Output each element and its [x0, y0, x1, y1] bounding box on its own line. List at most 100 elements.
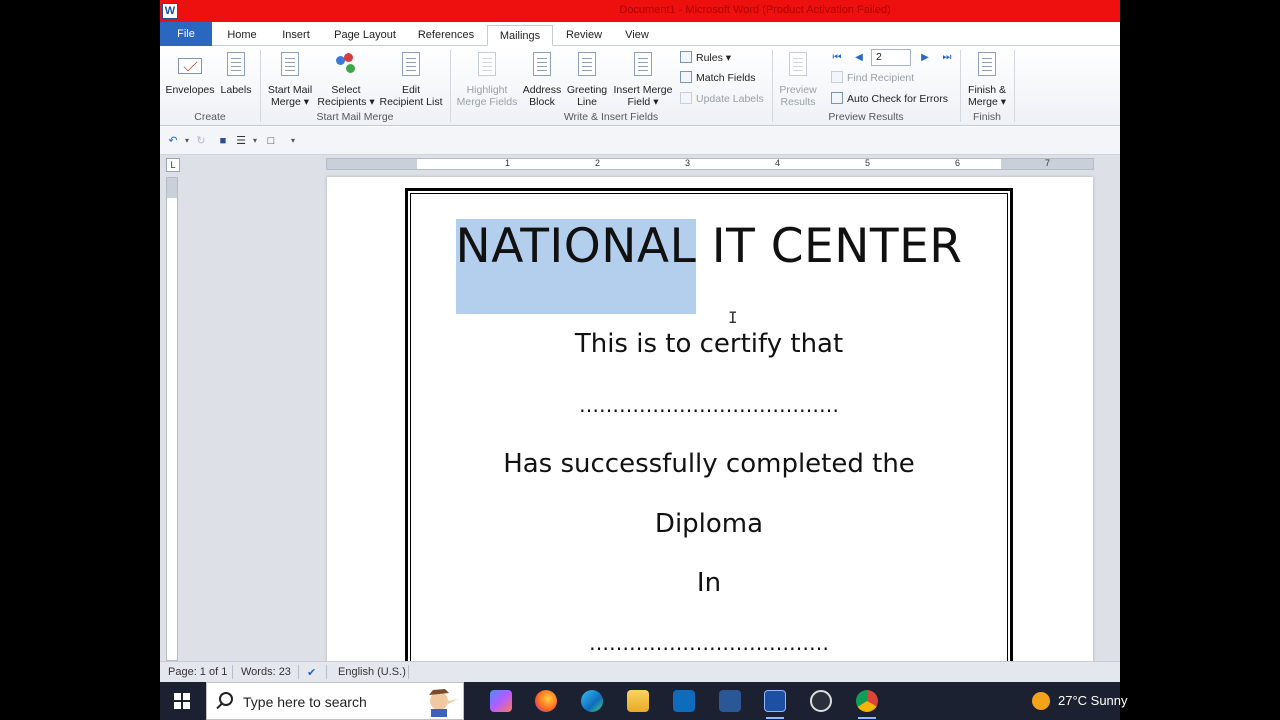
- customize-toolbar-icon[interactable]: ▾: [286, 134, 300, 148]
- status-bar: Page: 1 of 1 Words: 23 ✔ English (U.S.): [160, 661, 1120, 682]
- undo-icon[interactable]: ↶: [166, 134, 180, 148]
- record-number-input[interactable]: 2: [871, 49, 911, 66]
- ruler-number: 4: [775, 158, 781, 168]
- edge-app-icon[interactable]: [581, 690, 603, 712]
- select-recipients-button[interactable]: Select Recipients ▾: [316, 50, 376, 108]
- tab-references[interactable]: References: [412, 25, 480, 46]
- rules-button[interactable]: Rules ▾: [680, 50, 731, 66]
- insert-merge-field-icon: [634, 52, 652, 76]
- weather-sun-icon[interactable]: [1032, 692, 1050, 710]
- next-record-icon[interactable]: ▶: [919, 52, 931, 64]
- tab-mailings[interactable]: Mailings: [487, 25, 553, 46]
- tab-file[interactable]: File: [160, 22, 212, 46]
- undo-dropdown-icon[interactable]: ▾: [180, 134, 194, 148]
- insert-merge-field-button[interactable]: Insert Merge Field ▾: [610, 50, 676, 108]
- ruler-number: 2: [595, 158, 601, 168]
- word-app-icon[interactable]: [764, 690, 786, 712]
- finish-merge-button[interactable]: Finish & Merge ▾: [962, 50, 1012, 108]
- ribbon: Envelopes Labels Create Start Mail Merge…: [160, 46, 1120, 126]
- group-label-preview: Preview Results: [828, 111, 904, 123]
- certificate-heading[interactable]: NATIONAL IT CENTER: [407, 219, 1011, 314]
- greeting-line-button[interactable]: Greeting Line: [564, 50, 610, 108]
- ruler-number: 6: [955, 158, 961, 168]
- address-block-icon: [533, 52, 551, 76]
- ruler-number: 7: [1045, 158, 1051, 168]
- start-mail-merge-button[interactable]: Start Mail Merge ▾: [264, 50, 316, 108]
- word-count[interactable]: Words: 23: [241, 666, 291, 678]
- labels-button[interactable]: Labels: [218, 50, 254, 96]
- document-page[interactable]: NATIONAL IT CENTER I This is to certify …: [327, 177, 1093, 682]
- language-indicator[interactable]: English (U.S.): [338, 666, 406, 678]
- ruler-number: 5: [865, 158, 871, 168]
- proofing-icon[interactable]: ✔: [307, 666, 316, 679]
- taskbar: Type here to search 27°C Sunny: [160, 682, 1128, 720]
- chrome-app-icon[interactable]: [856, 690, 878, 712]
- envelopes-button[interactable]: Envelopes: [164, 50, 216, 96]
- tab-insert[interactable]: Insert: [274, 25, 318, 46]
- rules-icon: [680, 51, 692, 63]
- windows-start-icon[interactable]: [174, 693, 190, 709]
- copilot-app-icon[interactable]: [490, 690, 512, 712]
- taskbar-search-box[interactable]: Type here to search: [206, 682, 464, 720]
- name-placeholder-dots[interactable]: …………………………………: [407, 393, 1011, 417]
- group-label-start-mail-merge: Start Mail Merge: [316, 111, 394, 123]
- auto-check-icon: [831, 92, 843, 104]
- course-placeholder-dots[interactable]: ………………………………: [407, 631, 1011, 655]
- obs-app-icon[interactable]: [810, 690, 832, 712]
- auto-check-errors-button[interactable]: Auto Check for Errors: [831, 91, 948, 107]
- update-labels-icon: [680, 92, 692, 104]
- redo-icon[interactable]: ↻: [194, 134, 208, 148]
- highlight-fields-icon: [478, 52, 496, 76]
- envelope-icon: [178, 58, 202, 74]
- tab-review[interactable]: Review: [561, 25, 607, 46]
- firefox-app-icon[interactable]: [535, 690, 557, 712]
- search-placeholder: Type here to search: [243, 694, 367, 710]
- previous-record-icon[interactable]: ◀: [853, 52, 865, 64]
- match-fields-button[interactable]: Match Fields: [680, 70, 756, 86]
- ribbon-tabs: File Home Insert Page Layout References …: [160, 22, 1120, 46]
- text-cursor-icon: I: [728, 308, 738, 327]
- page-count[interactable]: Page: 1 of 1: [168, 666, 227, 678]
- horizontal-ruler[interactable]: 1 2 3 4 5 6 7: [326, 158, 1094, 170]
- address-block-button[interactable]: Address Block: [520, 50, 564, 108]
- certify-line[interactable]: This is to certify that: [407, 329, 1011, 359]
- weather-status[interactable]: 27°C Sunny: [1058, 693, 1128, 708]
- selected-text[interactable]: NATIONAL: [455, 219, 697, 314]
- greeting-line-icon: [578, 52, 596, 76]
- tab-view[interactable]: View: [617, 25, 657, 46]
- find-recipient-button[interactable]: Find Recipient: [831, 70, 914, 86]
- recipients-icon: [332, 50, 360, 80]
- last-record-icon[interactable]: ⏭: [941, 52, 953, 64]
- completed-line[interactable]: Has successfully completed the: [407, 449, 1011, 479]
- diploma-line[interactable]: Diploma: [407, 509, 1011, 539]
- new-document-icon[interactable]: □: [264, 134, 278, 148]
- quick-access-toolbar: ↶ ▾ ↻ ■ ☰ ▾ □ ▾: [160, 127, 1120, 155]
- screen: W Document1 - Microsoft Word (Product Ac…: [0, 0, 1280, 720]
- line-spacing-icon[interactable]: ☰: [234, 134, 248, 148]
- outlook-app-icon[interactable]: [673, 690, 695, 712]
- match-fields-icon: [680, 71, 692, 83]
- highlight-merge-fields-button[interactable]: Highlight Merge Fields: [454, 50, 520, 108]
- word-window: W Document1 - Microsoft Word (Product Ac…: [160, 0, 1120, 682]
- update-labels-button[interactable]: Update Labels: [680, 91, 764, 107]
- word-alt-app-icon[interactable]: [719, 690, 741, 712]
- tab-page-layout[interactable]: Page Layout: [328, 25, 402, 46]
- vertical-ruler[interactable]: [166, 177, 178, 661]
- window-title: Document1 - Microsoft Word (Product Acti…: [619, 4, 891, 16]
- line-spacing-dropdown-icon[interactable]: ▾: [248, 134, 262, 148]
- tab-selector[interactable]: L: [166, 158, 180, 172]
- edit-recipient-list-button[interactable]: Edit Recipient List: [378, 50, 444, 108]
- save-icon[interactable]: ■: [216, 134, 230, 148]
- labels-icon: [227, 52, 245, 76]
- in-line[interactable]: In: [407, 568, 1011, 598]
- heading-rest[interactable]: IT CENTER: [696, 219, 962, 274]
- group-label-write-insert: Write & Insert Fields: [563, 111, 659, 123]
- preview-results-button[interactable]: Preview Results: [774, 50, 822, 108]
- tab-home[interactable]: Home: [218, 25, 266, 46]
- edit-list-icon: [402, 52, 420, 76]
- file-explorer-app-icon[interactable]: [627, 690, 649, 712]
- search-icon: [219, 692, 233, 706]
- title-bar: W Document1 - Microsoft Word (Product Ac…: [160, 0, 1120, 22]
- group-label-create: Create: [194, 111, 226, 123]
- first-record-icon[interactable]: ⏮: [831, 52, 843, 64]
